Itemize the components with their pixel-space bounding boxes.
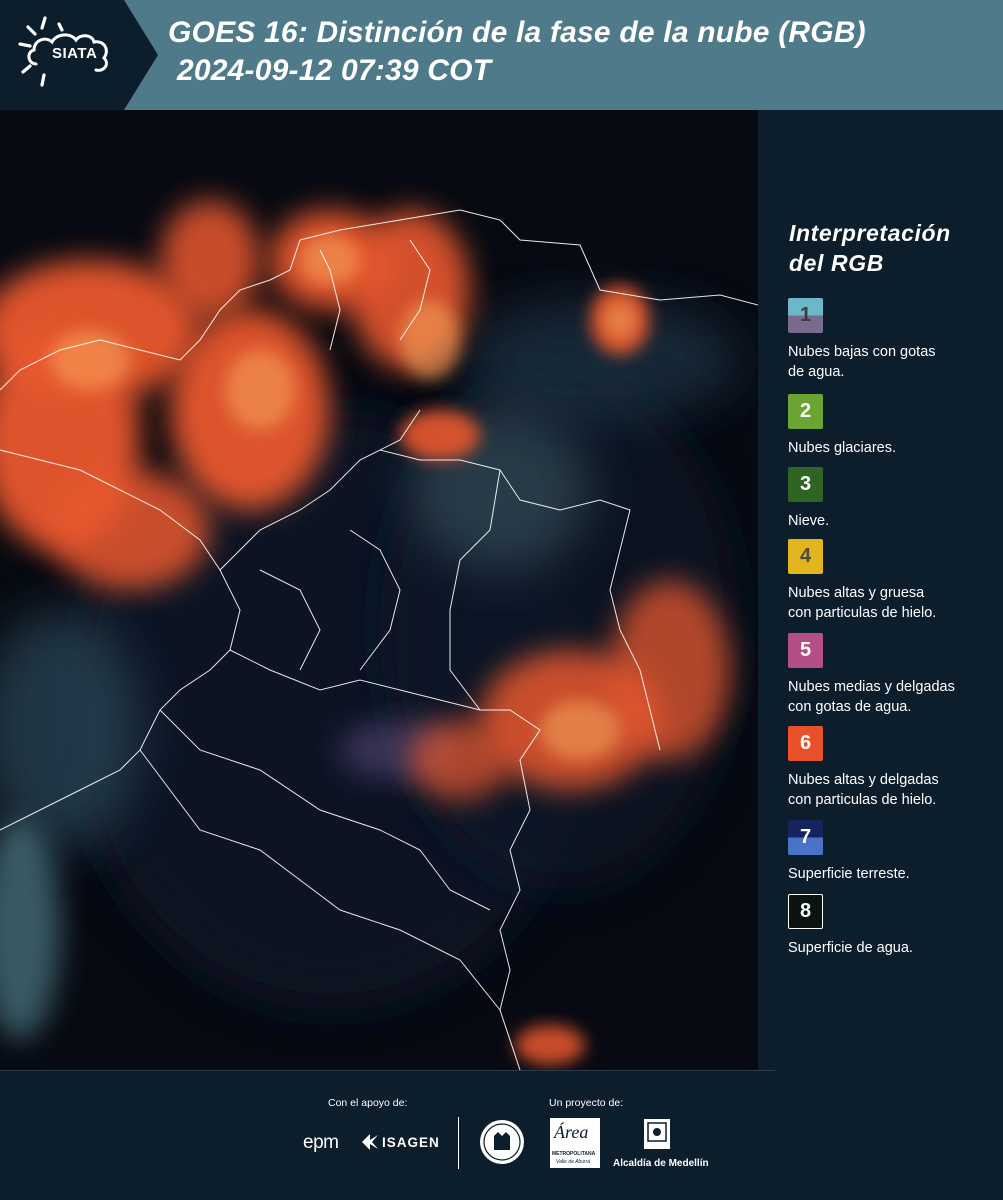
- legend-item-1: 1 Nubes bajas con gotas de agua.: [788, 298, 998, 382]
- legend-swatch-7: 7: [788, 820, 823, 855]
- legend-label-8: Superficie de agua.: [788, 938, 998, 958]
- legend-swatch-4: 4: [788, 539, 823, 574]
- footer-divider: [458, 1117, 459, 1169]
- legend-item-8: 8 Superficie de agua.: [788, 894, 998, 958]
- legend-label-2-line-1: Nubes glaciares.: [788, 440, 896, 456]
- legend-title-line-1: Interpretación: [789, 220, 951, 246]
- epm-logo: epm: [303, 1132, 339, 1153]
- legend-label-3: Nieve.: [788, 511, 998, 531]
- project-label: Un proyecto de:: [549, 1097, 624, 1109]
- legend-label-2: Nubes glaciares.: [788, 438, 998, 458]
- area-logo-sub2: Valle de Aburrá: [556, 1159, 591, 1165]
- legend-label-7-line-1: Superficie terreste.: [788, 866, 910, 882]
- legend-number-8: 8: [799, 900, 812, 922]
- legend-swatch-2: 2: [788, 394, 823, 429]
- legend-item-5: 5 Nubes medias y delgadas con gotas de a…: [788, 633, 998, 717]
- legend-number-1: 1: [799, 304, 812, 326]
- page-root: SIATA GOES 16: Distinción de la fase de …: [0, 0, 1003, 1200]
- support-label: Con el apoyo de:: [328, 1097, 408, 1109]
- header-bar: SIATA GOES 16: Distinción de la fase de …: [0, 0, 1003, 110]
- area-metropolitana-logo: Área METROPOLITANA Valle de Aburrá: [550, 1118, 600, 1168]
- logo-text: SIATA: [52, 45, 98, 62]
- area-logo-sub1: METROPOLITANA: [552, 1151, 596, 1157]
- legend-label-7: Superficie terreste.: [788, 864, 998, 884]
- seal-logo: [478, 1118, 526, 1171]
- legend-title-line-2: del RGB: [789, 250, 884, 276]
- legend-number-3: 3: [799, 473, 812, 495]
- area-logo-name: Área: [554, 1122, 589, 1142]
- title-line-2: 2024-09-12 07:39 COT: [177, 54, 492, 87]
- footer: Con el apoyo de: Un proyecto de: epm ISA…: [0, 1070, 1003, 1200]
- legend-title: Interpretación del RGB: [789, 218, 951, 278]
- legend-label-6: Nubes altas y delgadas con particulas de…: [788, 770, 998, 810]
- title-line-1: GOES 16: Distinción de la fase de la nub…: [168, 16, 866, 49]
- legend-swatch-1: 1: [788, 298, 823, 333]
- legend-number-2: 2: [799, 400, 812, 422]
- legend-item-7: 7 Superficie terreste.: [788, 820, 998, 884]
- legend-label-1-line-2: de agua.: [788, 364, 845, 380]
- legend-item-2: 2 Nubes glaciares.: [788, 394, 998, 458]
- legend-number-5: 5: [799, 639, 812, 661]
- alcaldia-logo: Alcaldía de Medellín: [613, 1158, 709, 1169]
- legend-item-4: 4 Nubes altas y gruesa con particulas de…: [788, 539, 998, 623]
- footer-top-rule: [0, 1070, 775, 1071]
- legend-swatch-6: 6: [788, 726, 823, 761]
- legend-label-6-line-2: con particulas de hielo.: [788, 792, 937, 808]
- legend-label-5-line-2: con gotas de agua.: [788, 699, 912, 715]
- isagen-logo: ISAGEN: [382, 1135, 440, 1150]
- legend-label-4: Nubes altas y gruesa con particulas de h…: [788, 583, 998, 623]
- legend-swatch-3: 3: [788, 467, 823, 502]
- alcaldia-shield-icon: [643, 1118, 671, 1159]
- legend-number-6: 6: [799, 732, 812, 754]
- legend-label-4-line-1: Nubes altas y gruesa: [788, 585, 925, 601]
- legend-label-5-line-1: Nubes medias y delgadas: [788, 679, 955, 695]
- siata-logo: SIATA: [0, 0, 158, 110]
- legend-label-1: Nubes bajas con gotas de agua.: [788, 342, 998, 382]
- satellite-image: [0, 110, 758, 1070]
- satellite-map: [0, 110, 758, 1070]
- page-title: GOES 16: Distinción de la fase de la nub…: [168, 14, 998, 90]
- isagen-icon: [360, 1133, 380, 1156]
- legend-label-3-line-1: Nieve.: [788, 513, 830, 529]
- legend-number-7: 7: [799, 826, 812, 848]
- legend-panel: Interpretación del RGB 1 Nubes bajas con…: [760, 110, 1003, 1070]
- legend-number-4: 4: [799, 545, 812, 567]
- legend-label-6-line-1: Nubes altas y delgadas: [788, 772, 939, 788]
- legend-swatch-8: 8: [788, 894, 823, 929]
- legend-label-8-line-1: Superficie de agua.: [788, 940, 913, 956]
- legend-item-6: 6 Nubes altas y delgadas con particulas …: [788, 726, 998, 810]
- legend-label-1-line-1: Nubes bajas con gotas: [788, 344, 936, 360]
- legend-label-4-line-2: con particulas de hielo.: [788, 605, 937, 621]
- legend-item-3: 3 Nieve.: [788, 467, 998, 531]
- legend-swatch-5: 5: [788, 633, 823, 668]
- legend-label-5: Nubes medias y delgadas con gotas de agu…: [788, 677, 998, 717]
